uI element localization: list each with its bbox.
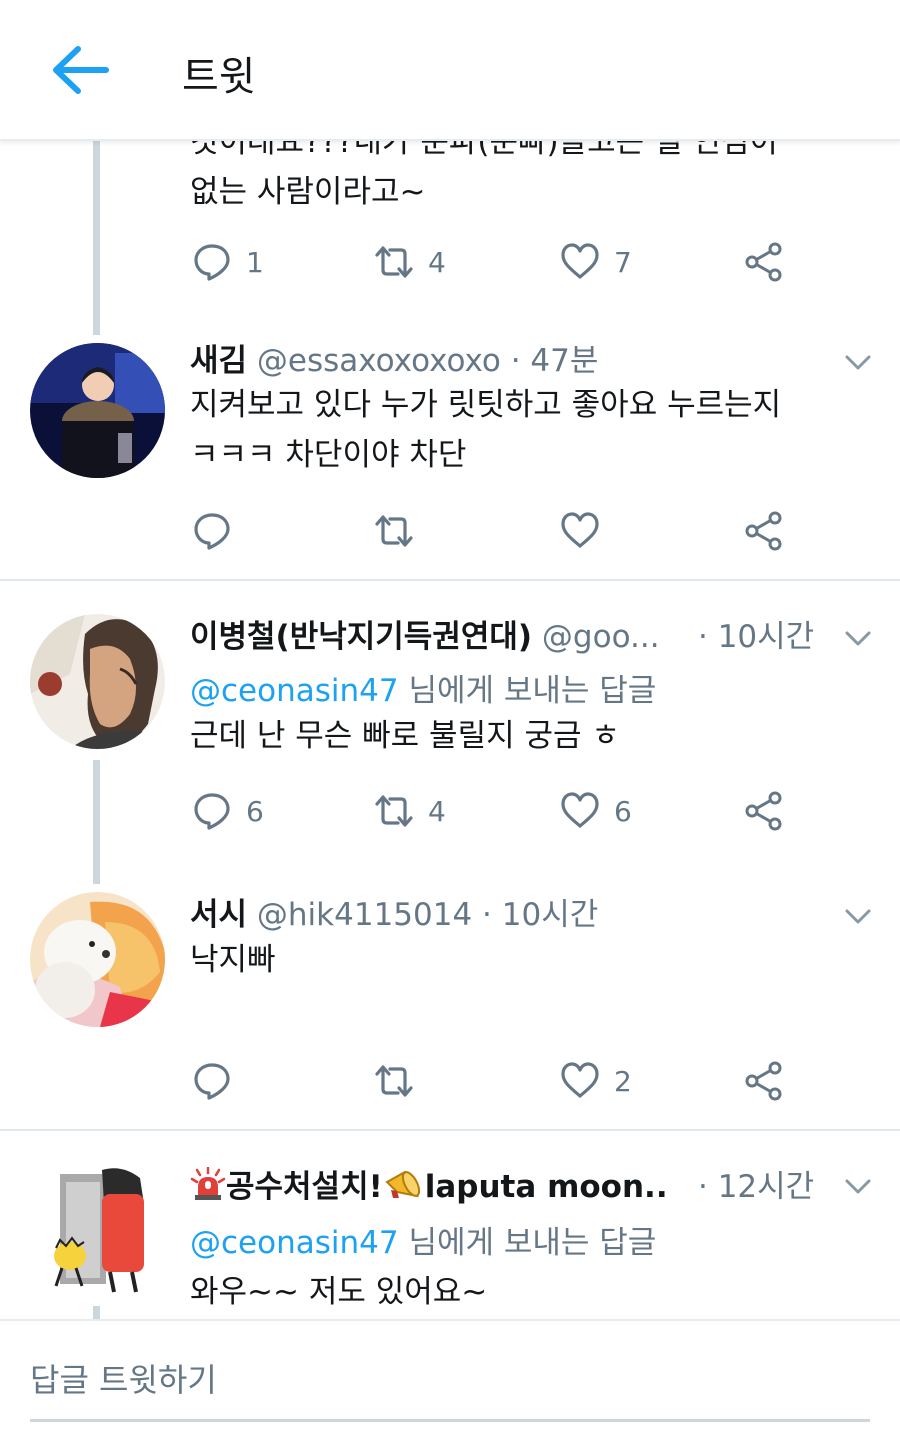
reply-mention-link[interactable]: @ceonasin47 [190, 1225, 399, 1261]
tweet-time[interactable]: · 12시간 [698, 1161, 814, 1206]
like-button[interactable]: 2 [560, 1061, 632, 1101]
tweet[interactable]: 서시 @hik4115014 · 10시간 낙지빠 2 [0, 889, 900, 1129]
reply-icon [194, 793, 230, 830]
like-button[interactable]: 6 [560, 791, 632, 831]
retweet-button[interactable]: 4 [374, 242, 446, 282]
share-icon [745, 791, 782, 831]
megaphone-icon [385, 1170, 420, 1198]
tweet-time[interactable]: · 10시간 [482, 897, 598, 933]
siren-icon [190, 1166, 226, 1200]
like-button[interactable]: 7 [560, 242, 632, 282]
avatar[interactable] [30, 614, 165, 749]
author-name[interactable]: 서시 [190, 897, 247, 933]
heart-icon [561, 243, 599, 279]
tweet-author[interactable]: 새김 @essaxoxoxoxo · 47분 [190, 335, 770, 380]
chevron-down-icon[interactable] [845, 909, 871, 925]
retweet-icon [375, 795, 413, 827]
arrow-left-icon [53, 46, 109, 94]
reply-icon [194, 513, 230, 550]
retweet-button[interactable] [374, 1061, 428, 1101]
tweet-text: 것이래요???내가 문파(문빠)들고는 될 인심이 없는 사람이라고~ [190, 141, 778, 210]
avatar[interactable] [30, 1164, 165, 1299]
chevron-down-icon[interactable] [845, 631, 871, 647]
chevron-down-icon[interactable] [845, 1179, 871, 1195]
retweet-icon [375, 246, 413, 278]
avatar[interactable] [30, 892, 165, 1027]
like-count: 2 [614, 1064, 632, 1098]
author-name[interactable]: 이병철(반낙지기득권연대) [190, 619, 532, 655]
tweet-text: 지켜보고 있다 누가 릿팃하고 좋아요 누르는지 ㅋㅋㅋ 차단이야 차단 [190, 387, 782, 473]
input-underline [30, 1419, 870, 1422]
top-app-bar: 트윗 [0, 0, 900, 141]
tweet-author[interactable]: 이병철(반낙지기득권연대) @goo... [190, 611, 670, 656]
avatar[interactable] [30, 343, 165, 478]
like-button[interactable] [560, 511, 614, 551]
page-title: 트윗 [182, 54, 256, 100]
author-name-suffix[interactable]: laputa moon... [425, 1169, 670, 1205]
retweet-count: 4 [428, 794, 446, 828]
reply-button[interactable] [192, 1061, 246, 1101]
tweet-divider [0, 1129, 900, 1131]
author-handle[interactable]: @hik4115014 [257, 897, 472, 933]
reply-button[interactable] [192, 511, 246, 551]
tweet[interactable]: 것이래요???내가 문파(문빠)들고는 될 인심이 없는 사람이라고~ 1 4 … [0, 141, 900, 331]
author-handle[interactable]: @goo... [542, 619, 660, 655]
tweet-text: 근데 난 무슨 빠로 불릴지 궁금 ㅎ [190, 718, 620, 754]
reply-icon [194, 1063, 230, 1100]
heart-icon [561, 792, 599, 828]
retweet-icon [375, 515, 413, 547]
share-button[interactable] [744, 511, 784, 551]
retweet-icon [375, 1065, 413, 1097]
reply-compose-bar: 답글 트윗하기 [0, 1319, 900, 1437]
share-button[interactable] [744, 1061, 784, 1101]
reply-context: @ceonasin47 님에게 보내는 답글 [190, 673, 657, 709]
tweet-text: 낙지빠 [190, 942, 276, 978]
tweet[interactable]: 공수처설치! laputa moon... · 12시간 @ceonasin47 … [0, 1161, 900, 1319]
tweet[interactable]: 이병철(반낙지기득권연대) @goo... · 10시간 @ceonasin47… [0, 611, 900, 861]
share-button[interactable] [744, 791, 784, 831]
reply-count: 6 [246, 794, 264, 828]
tweet-time[interactable]: · 47분 [511, 343, 599, 379]
heart-icon [561, 512, 599, 548]
reply-mention-link[interactable]: @ceonasin47 [190, 673, 399, 709]
chevron-down-icon[interactable] [845, 355, 871, 371]
back-button[interactable] [48, 40, 112, 100]
retweet-button[interactable] [374, 511, 428, 551]
reply-input[interactable]: 답글 트윗하기 [30, 1355, 217, 1401]
author-handle[interactable]: @essaxoxoxoxo [257, 343, 501, 379]
tweet-thread[interactable]: 것이래요???내가 문파(문빠)들고는 될 인심이 없는 사람이라고~ 1 4 … [0, 141, 900, 1319]
tweet-divider [0, 579, 900, 581]
like-count: 7 [614, 245, 632, 279]
reply-button[interactable]: 6 [192, 791, 264, 831]
share-icon [745, 242, 782, 282]
reply-count: 1 [246, 245, 264, 279]
tweet-time[interactable]: · 10시간 [698, 611, 814, 656]
share-icon [745, 511, 782, 551]
like-count: 6 [614, 794, 632, 828]
tweet-author[interactable]: 공수처설치! laputa moon... [190, 1161, 670, 1206]
reply-button[interactable]: 1 [192, 242, 264, 282]
reply-context: @ceonasin47 님에게 보내는 답글 [190, 1225, 657, 1261]
author-name[interactable]: 공수처설치! [226, 1169, 383, 1205]
tweet-text: 와우~~ 저도 있어요~ [190, 1274, 488, 1310]
tweet-author[interactable]: 서시 @hik4115014 · 10시간 [190, 889, 770, 934]
retweet-button[interactable]: 4 [374, 791, 446, 831]
tweet[interactable]: 새김 @essaxoxoxoxo · 47분 지켜보고 있다 누가 릿팃하고 좋… [0, 335, 900, 579]
author-name[interactable]: 새김 [190, 343, 247, 379]
share-button[interactable] [744, 242, 784, 282]
share-icon [745, 1061, 782, 1101]
retweet-count: 4 [428, 245, 446, 279]
heart-icon [561, 1062, 599, 1098]
reply-icon [194, 244, 230, 281]
